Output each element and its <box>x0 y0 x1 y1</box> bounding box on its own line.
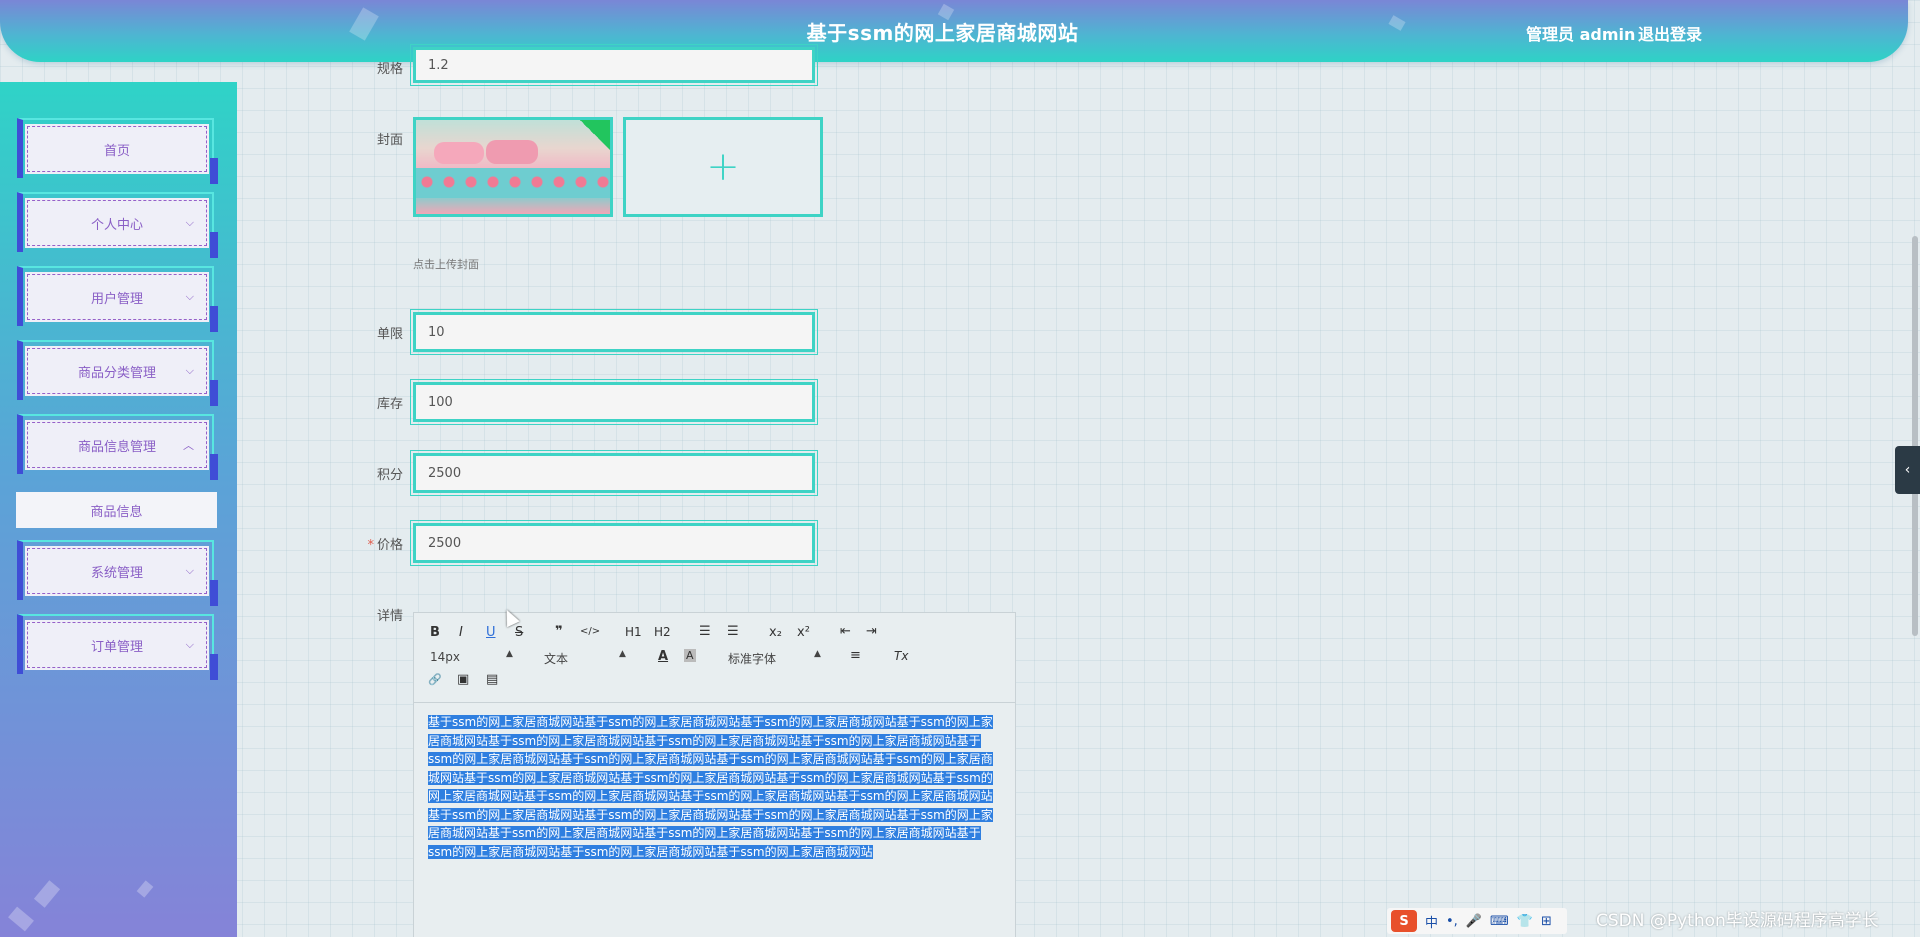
submenu-item-product-info[interactable]: 商品信息 <box>16 492 217 528</box>
sidebar-decoration <box>136 880 154 898</box>
indent-icon[interactable]: ⇥ <box>866 624 877 639</box>
sidebar-item-order-management[interactable]: 订单管理 ⌵ <box>17 614 218 680</box>
sidebar-item-product-management-inner[interactable]: 商品信息管理 ︿ <box>25 420 209 470</box>
chevron-up-icon: ︿ <box>183 439 194 452</box>
price-input[interactable] <box>410 520 818 566</box>
sidebar-decoration <box>33 880 61 908</box>
keyboard-icon: ⌨ <box>1490 913 1509 929</box>
chevron-down-icon: ⌵ <box>185 216 194 229</box>
sidebar-item-label: 个人中心 <box>90 217 143 233</box>
editor-toolbar: B I U S ❞ </> H1 H2 ☰ ☰ x₂ x² ⇤ ⇥ 14px ▲… <box>414 613 1015 703</box>
sogou-logo-icon: S <box>1391 910 1417 932</box>
underline-button[interactable]: U <box>486 625 496 640</box>
sidebar: 首页 个人中心 ⌵ 用户管理 ⌵ 商品分类管理 ⌵ 商品信息管理 ︿ 商品信息 … <box>0 82 237 937</box>
header-select[interactable]: 文本 <box>544 650 568 667</box>
font-size-select[interactable]: 14px <box>430 650 460 664</box>
bold-button[interactable]: B <box>430 625 440 640</box>
top-header: 基于ssm的网上家居商城网站 管理员 admin 退出登录 <box>0 0 1908 62</box>
skin-icon: 👕 <box>1516 913 1533 929</box>
code-icon[interactable]: </> <box>580 626 600 637</box>
sidebar-item-category-management[interactable]: 商品分类管理 ⌵ <box>17 340 218 406</box>
cover-label: 封面 <box>376 133 403 148</box>
points-label: 积分 <box>376 468 403 483</box>
cover-upload-hint: 点击上传封面 <box>413 258 479 271</box>
chevron-down-icon: ⌵ <box>185 290 194 303</box>
required-mark: * <box>367 538 374 553</box>
rich-text-editor[interactable]: B I U S ❞ </> H1 H2 ☰ ☰ x₂ x² ⇤ ⇥ 14px ▲… <box>413 612 1016 937</box>
ime-punctuation-icon: •, <box>1446 913 1458 929</box>
admin-user-label: 管理员 admin <box>1526 25 1636 44</box>
superscript-button[interactable]: x² <box>797 625 810 640</box>
grid-icon: ⊞ <box>1540 913 1552 929</box>
link-icon[interactable]: 🔗 <box>428 673 442 686</box>
outdent-icon[interactable]: ⇤ <box>840 624 851 639</box>
font-family-select-arrow: ▲ <box>814 649 821 659</box>
page-scrollbar[interactable] <box>1912 236 1918 636</box>
sidebar-item-label: 系统管理 <box>90 565 143 581</box>
detail-label: 详情 <box>376 609 403 624</box>
sidebar-item-system-management-inner[interactable]: 系统管理 ⌵ <box>25 546 209 596</box>
chevron-down-icon: ⌵ <box>185 564 194 577</box>
text-color-icon[interactable]: A <box>658 649 668 664</box>
heading2-button[interactable]: H2 <box>654 625 671 639</box>
font-family-select[interactable]: 标准字体 <box>728 650 776 667</box>
cover-upload-button[interactable]: + <box>623 117 823 217</box>
editor-content[interactable]: 基于ssm的网上家居商城网站基于ssm的网上家居商城网站基于ssm的网上家居商城… <box>428 713 1004 861</box>
spec-input[interactable] <box>410 44 818 86</box>
csdn-watermark: CSDN @Python毕设源码程序高学长 <box>1596 911 1879 931</box>
image-corner-badge <box>580 120 610 150</box>
italic-button[interactable]: I <box>459 625 463 640</box>
sidebar-decoration <box>8 906 34 932</box>
subscript-button[interactable]: x₂ <box>769 625 782 640</box>
ime-language-indicator: 中 <box>1425 915 1439 931</box>
sidebar-item-label: 首页 <box>103 143 130 159</box>
font-size-select-arrow: ▲ <box>506 649 513 659</box>
background-color-icon[interactable]: A <box>684 649 696 662</box>
stock-input[interactable] <box>410 379 818 425</box>
strike-button[interactable]: S <box>515 625 523 640</box>
sidebar-item-personal-center-inner[interactable]: 个人中心 ⌵ <box>25 198 209 248</box>
sidebar-item-home[interactable]: 首页 <box>17 118 218 184</box>
sidebar-item-product-management[interactable]: 商品信息管理 ︿ <box>17 414 218 480</box>
chevron-down-icon: ⌵ <box>185 638 194 651</box>
microphone-icon: 🎤 <box>1465 913 1483 929</box>
ime-toolbar: S 中 •, 🎤 ⌨ 👕 ⊞ <box>1387 908 1567 934</box>
sidebar-item-label: 商品分类管理 <box>77 365 156 381</box>
ordered-list-icon[interactable]: ☰ <box>699 624 711 639</box>
side-collapse-tab[interactable]: ‹ <box>1895 446 1920 494</box>
spec-label: 规格 <box>376 62 403 77</box>
price-label-text: 价格 <box>376 538 403 553</box>
bullet-list-icon[interactable]: ☰ <box>727 624 739 639</box>
sidebar-item-label: 商品信息管理 <box>77 439 156 455</box>
align-icon[interactable]: ≡ <box>850 648 861 663</box>
cover-image-thumbnail[interactable] <box>413 117 613 217</box>
selected-detail-text: 基于ssm的网上家居商城网站基于ssm的网上家居商城网站基于ssm的网上家居商城… <box>428 715 993 859</box>
limit-input[interactable] <box>410 309 818 355</box>
sidebar-item-user-management-inner[interactable]: 用户管理 ⌵ <box>25 272 209 322</box>
price-label: * 价格 <box>303 534 403 553</box>
header-select-arrow: ▲ <box>619 649 626 659</box>
plus-icon: + <box>706 144 740 190</box>
clean-format-icon[interactable]: Tx <box>894 649 908 663</box>
chevron-down-icon: ⌵ <box>185 364 194 377</box>
sidebar-item-label: 订单管理 <box>90 639 143 655</box>
heading1-button[interactable]: H1 <box>625 625 642 639</box>
sidebar-item-system-management[interactable]: 系统管理 ⌵ <box>17 540 218 606</box>
sidebar-item-label: 用户管理 <box>90 291 143 307</box>
points-input[interactable] <box>410 450 818 496</box>
sidebar-item-personal-center[interactable]: 个人中心 ⌵ <box>17 192 218 258</box>
sidebar-item-category-management-inner[interactable]: 商品分类管理 ⌵ <box>25 346 209 396</box>
limit-label: 单限 <box>376 327 403 342</box>
quote-icon[interactable]: ❞ <box>555 624 563 639</box>
sidebar-item-home-inner[interactable]: 首页 <box>25 124 209 174</box>
logout-link[interactable]: 退出登录 <box>1638 21 1702 45</box>
image-icon[interactable]: ▣ <box>457 672 469 687</box>
stock-label: 库存 <box>376 397 403 412</box>
sidebar-item-order-management-inner[interactable]: 订单管理 ⌵ <box>25 620 209 670</box>
video-icon[interactable]: ▤ <box>486 672 498 687</box>
sidebar-item-user-management[interactable]: 用户管理 ⌵ <box>17 266 218 332</box>
chevron-left-icon: ‹ <box>1904 462 1911 478</box>
